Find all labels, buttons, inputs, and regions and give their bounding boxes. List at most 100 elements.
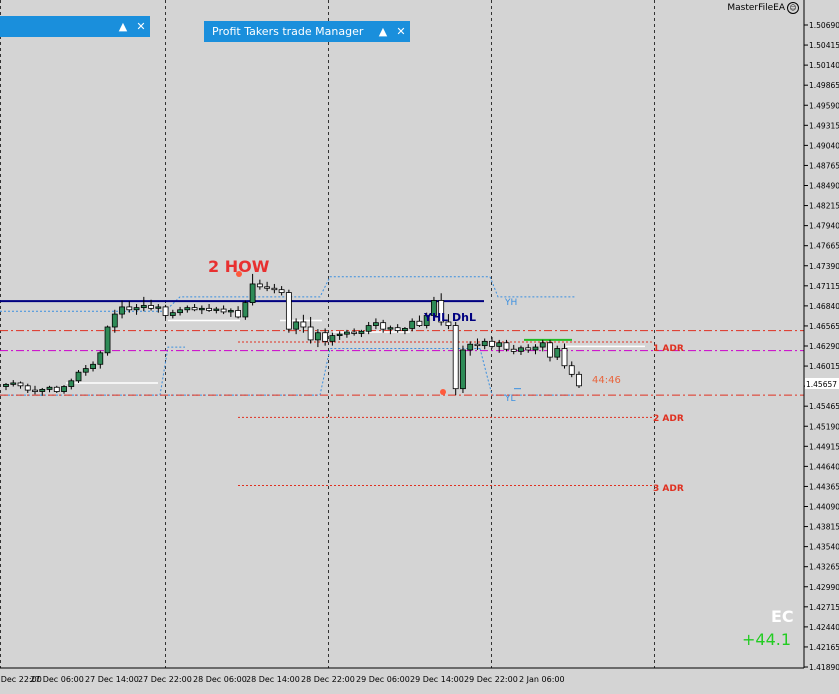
timer-label: 44:46 bbox=[592, 375, 621, 386]
x-tick-label: 2 Jan 06:00 bbox=[519, 675, 565, 684]
y-tick-label: 1.44090 bbox=[809, 503, 839, 512]
bear-candle bbox=[220, 308, 227, 313]
y-tick-label: 1.50415 bbox=[809, 41, 839, 50]
bear-candle bbox=[510, 348, 517, 352]
x-tick-label: 28 Dec 22:00 bbox=[301, 675, 355, 684]
bull-candle bbox=[518, 347, 524, 352]
bear-candle bbox=[162, 306, 169, 316]
bull-candle bbox=[227, 310, 234, 313]
how-marker bbox=[236, 271, 242, 277]
bear-candle bbox=[206, 307, 212, 311]
y-tick-label: 1.44915 bbox=[809, 442, 839, 451]
y-tick-label: 1.42165 bbox=[809, 643, 839, 652]
bull-candle bbox=[133, 307, 140, 311]
bull-candle bbox=[365, 325, 372, 332]
bull-candle bbox=[314, 332, 321, 341]
bull-candle bbox=[104, 326, 111, 354]
y-tick-label: 1.46015 bbox=[809, 362, 839, 371]
bear-candle bbox=[264, 286, 271, 289]
bull-candle bbox=[249, 283, 256, 304]
y-tick-label: 1.47390 bbox=[809, 262, 839, 271]
yh-label: YH bbox=[504, 298, 517, 308]
bear-candle bbox=[24, 385, 31, 391]
bull-candle bbox=[119, 306, 125, 315]
bull-candle bbox=[242, 302, 249, 318]
y-tick-label: 1.44365 bbox=[809, 482, 839, 491]
y-tick-label: 1.46290 bbox=[809, 342, 839, 351]
bear-candle bbox=[256, 283, 263, 288]
bear-candle bbox=[235, 310, 242, 318]
bear-candle bbox=[17, 382, 24, 387]
bear-candle bbox=[525, 347, 532, 351]
bull-candle bbox=[111, 313, 118, 328]
y-tick-label: 1.49315 bbox=[809, 121, 839, 130]
bull-candle bbox=[198, 307, 205, 311]
y-tick-label: 1.46565 bbox=[809, 322, 839, 331]
bull-candle bbox=[336, 333, 343, 336]
adr2-label: 2 ADR bbox=[653, 414, 684, 424]
panel-left[interactable]: ▲ ✕ bbox=[0, 16, 150, 37]
bear-candle bbox=[452, 325, 459, 390]
low-marker bbox=[440, 389, 446, 395]
smiley-icon: ☺ bbox=[787, 2, 799, 14]
bull-candle bbox=[539, 342, 546, 348]
bear-candle bbox=[285, 292, 292, 330]
bull-candle bbox=[373, 322, 379, 326]
bull-candle bbox=[90, 363, 96, 369]
x-tick-label: 27 Dec 22:00 bbox=[138, 675, 192, 684]
y-tick-label: 1.47940 bbox=[809, 222, 839, 231]
close-icon[interactable]: ✕ bbox=[392, 25, 410, 38]
collapse-icon[interactable]: ▲ bbox=[374, 25, 392, 38]
x-tick-label: 29 Dec 14:00 bbox=[410, 675, 464, 684]
bull-candle bbox=[39, 388, 46, 392]
bear-candle bbox=[568, 365, 575, 375]
y-tick-label: 1.41890 bbox=[809, 663, 839, 672]
bull-candle bbox=[329, 335, 336, 342]
bear-candle bbox=[322, 332, 329, 342]
y-tick-label: 1.50140 bbox=[809, 61, 839, 70]
y-tick-label: 1.49590 bbox=[809, 101, 839, 110]
bull-candle bbox=[213, 308, 220, 311]
ec-value: +44.1 bbox=[742, 630, 791, 649]
bear-candle bbox=[300, 321, 307, 328]
collapse-icon[interactable]: ▲ bbox=[114, 20, 132, 33]
bull-candle bbox=[409, 320, 416, 329]
y-tick-label: 1.44640 bbox=[809, 462, 839, 471]
bear-candle bbox=[576, 373, 582, 387]
y-tick-label: 1.48215 bbox=[809, 202, 839, 211]
trade-manager-panel[interactable]: Profit Takers trade Manager ▲ ✕ bbox=[204, 21, 410, 42]
x-tick-labels: 27 Dec 22:0027 Dec 06:0027 Dec 14:0027 D… bbox=[0, 675, 565, 684]
bull-candle bbox=[46, 386, 53, 390]
current-price-badge: 1.45657 bbox=[805, 378, 839, 389]
bull-candle bbox=[75, 371, 82, 382]
bull-candle bbox=[140, 305, 147, 309]
yhl-label: YHL DhL bbox=[423, 311, 476, 324]
y-tick-label: 1.47665 bbox=[809, 242, 839, 251]
bull-candle bbox=[177, 309, 183, 314]
close-icon[interactable]: ✕ bbox=[132, 20, 150, 33]
bull-candle bbox=[496, 342, 503, 347]
bear-candle bbox=[191, 307, 198, 311]
bull-candle bbox=[402, 328, 408, 331]
adr1-label: 1 ADR bbox=[653, 344, 684, 354]
bull-candle bbox=[82, 368, 89, 373]
y-tick-label: 1.42990 bbox=[809, 583, 839, 592]
bear-candle bbox=[547, 342, 553, 358]
y-tick-label: 1.46840 bbox=[809, 302, 839, 311]
x-tick-label: 28 Dec 06:00 bbox=[193, 675, 247, 684]
bull-candle bbox=[10, 382, 17, 385]
bull-candle bbox=[460, 349, 466, 390]
bear-candle bbox=[503, 342, 510, 350]
y-tick-label: 1.43540 bbox=[809, 543, 839, 552]
bear-candle bbox=[561, 348, 568, 367]
x-tick-label: 29 Dec 22:00 bbox=[464, 675, 518, 684]
bull-candle bbox=[97, 352, 104, 365]
y-tick-label: 1.45190 bbox=[809, 422, 839, 431]
y-tick-label: 1.42715 bbox=[809, 603, 839, 612]
price-chart[interactable]: 2 HOW YHL DhL YH YL 1 ADR 2 ADR 3 ADR 44… bbox=[0, 0, 839, 694]
trade-manager-title: Profit Takers trade Manager bbox=[212, 25, 364, 38]
y-tick-label: 1.43815 bbox=[809, 523, 839, 532]
bull-candle bbox=[61, 386, 67, 392]
y-tick-label: 1.50690 bbox=[809, 21, 839, 30]
yl-label: YL bbox=[504, 394, 516, 404]
